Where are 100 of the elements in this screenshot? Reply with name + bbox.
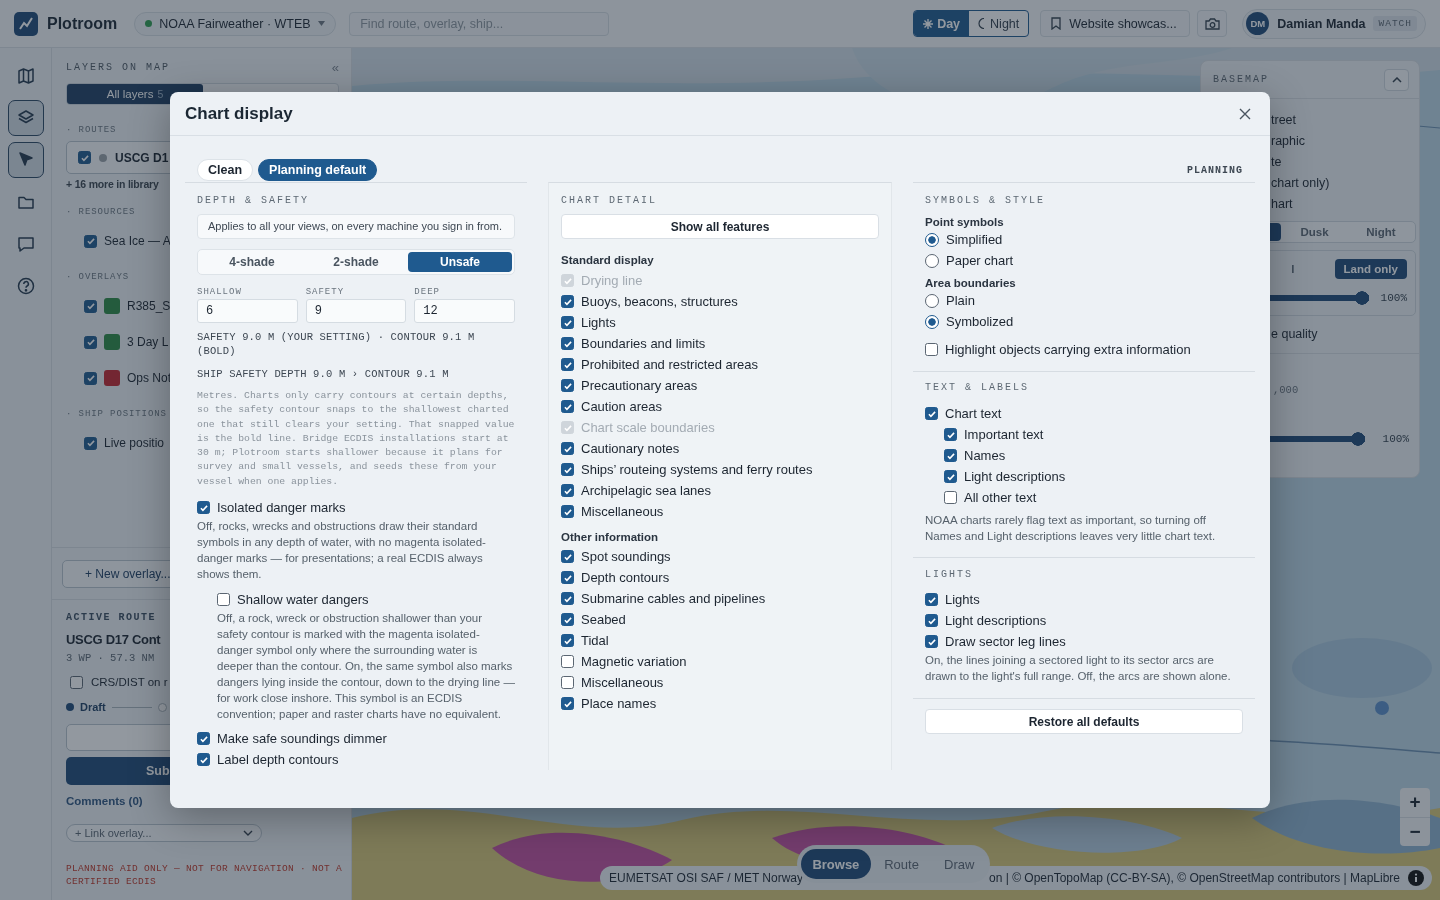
info-icon[interactable]: [1408, 870, 1424, 886]
checkbox-label: Label depth contours: [217, 752, 339, 768]
disclaimer: PLANNING AID ONLY — NOT FOR NAVIGATION · NOT A CERTIFIED ECDIS: [66, 862, 344, 888]
segment-button[interactable]: Night: [1347, 223, 1414, 241]
checkbox[interactable]: [925, 614, 938, 627]
checkbox-label: Buoys, beacons, structures: [581, 294, 738, 309]
basemap-option[interactable]: te: [1271, 152, 1419, 173]
radio-button[interactable]: [925, 253, 939, 268]
checkbox-label: Prohibited and restricted areas: [581, 357, 759, 372]
radio-button[interactable]: [925, 232, 939, 247]
attribution-text: on | © OpenTopoMap (CC-BY-SA), © OpenStreetMap contributors | MapLibre: [989, 871, 1400, 885]
zoom-out-button[interactable]: −: [1400, 816, 1430, 846]
group-title: Point symbols: [925, 215, 1005, 229]
checkbox[interactable]: [561, 550, 574, 563]
checkbox-label: Isolated danger marks: [217, 500, 346, 516]
link-overlay-select[interactable]: + Link overlay...: [66, 824, 262, 842]
checkbox[interactable]: [561, 613, 574, 626]
camera-button[interactable]: [1197, 10, 1228, 37]
vessel-selector[interactable]: NOAA Fairweather · WTEB: [134, 11, 337, 36]
checkbox[interactable]: [561, 676, 574, 689]
checkbox[interactable]: [925, 343, 938, 356]
checkbox[interactable]: [925, 635, 938, 648]
option-label: e quality: [1270, 326, 1319, 343]
mode-tab[interactable]: Route: [874, 849, 929, 879]
slider-value: 100%: [1382, 433, 1409, 445]
checkbox[interactable]: [561, 337, 574, 350]
section-heading: · OVERLAYS: [66, 271, 129, 283]
checkbox[interactable]: [944, 449, 957, 462]
theme-toggle[interactable]: Day: [914, 11, 970, 36]
section-heading: · ROUTES: [66, 124, 117, 136]
user-menu[interactable]: DM Damian Manda WATCH: [1242, 8, 1426, 39]
checkbox[interactable]: [84, 234, 97, 248]
checkbox[interactable]: [561, 571, 574, 584]
checkbox[interactable]: [944, 470, 957, 483]
checkbox[interactable]: [561, 442, 574, 455]
checkbox[interactable]: [561, 592, 574, 605]
dialog-title: Chart display: [185, 103, 293, 124]
segment-button[interactable]: Land only: [1334, 259, 1407, 279]
checkbox[interactable]: [84, 436, 97, 450]
section-heading: TEXT & LABELS: [925, 382, 1030, 394]
checkbox[interactable]: [78, 151, 91, 164]
segment-button[interactable]: 2-shade: [304, 252, 408, 272]
bookmark-button[interactable]: Website showcas...: [1040, 10, 1191, 37]
layers-button[interactable]: [7, 100, 44, 136]
segment-button[interactable]: Dusk: [1281, 223, 1348, 241]
checkbox[interactable]: [561, 484, 574, 497]
checkbox[interactable]: [197, 501, 210, 515]
group-title: Other information: [561, 530, 660, 544]
checkbox[interactable]: [561, 316, 574, 329]
checkbox[interactable]: [944, 428, 957, 441]
mode-tab[interactable]: Draw: [932, 849, 986, 879]
checkbox[interactable]: [197, 753, 210, 767]
basemap-option[interactable]: treet: [1271, 110, 1419, 131]
radio-label: Symbolized: [946, 314, 1014, 329]
input-field[interactable]: 9: [305, 299, 407, 323]
checkbox[interactable]: [197, 732, 210, 746]
radio-button[interactable]: [925, 293, 939, 308]
checkbox[interactable]: [84, 299, 97, 313]
checkbox[interactable]: [217, 593, 230, 607]
checkbox[interactable]: [561, 634, 574, 647]
basemap-option[interactable]: hart: [1271, 194, 1419, 215]
segment-button[interactable]: Unsafe: [408, 252, 512, 272]
checkbox[interactable]: [70, 675, 83, 689]
group-title: Standard display: [561, 253, 655, 267]
checkbox[interactable]: [561, 358, 574, 371]
input-field[interactable]: 6: [197, 299, 298, 323]
option-description: Off, a rock, wreck or obstruction shallower than your safety contour is marked with the magenta isolated-danger symbol only where the surrounding water is deeper than the contour. On, the same symbol also marks dangers lying inside the contour, down to the drying line — for work close inshore. This symbol is an ECDIS convention; paper and raster charts have no equivalent.: [217, 611, 515, 723]
zoom-in-button[interactable]: +: [1400, 788, 1430, 817]
mode-tab[interactable]: Browse: [801, 849, 871, 879]
checkbox-label: Important text: [964, 427, 1044, 442]
checkbox[interactable]: [561, 655, 574, 668]
step-dot: [66, 703, 74, 711]
checkbox[interactable]: [84, 371, 97, 385]
checkbox[interactable]: [561, 379, 574, 392]
segment-button[interactable]: 4-shade: [200, 252, 304, 272]
checkbox[interactable]: [561, 463, 574, 476]
basemap-option[interactable]: raphic: [1271, 131, 1419, 152]
checkbox[interactable]: [561, 697, 574, 710]
camera-icon: [1204, 17, 1220, 30]
panel-title: LAYERS ON MAP: [66, 61, 170, 73]
basemap-option[interactable]: chart only): [1271, 173, 1419, 194]
checkbox-label: Light descriptions: [945, 613, 1047, 628]
show-all-button[interactable]: Show all features: [561, 214, 879, 239]
input-field[interactable]: 12: [414, 299, 515, 323]
preset-chip[interactable]: Planning default: [258, 159, 378, 181]
checkbox[interactable]: [84, 335, 97, 349]
scale-value: ,000: [1272, 384, 1300, 396]
cursor-button[interactable]: [7, 142, 44, 178]
checkbox[interactable]: [561, 400, 574, 413]
field-label: SHALLOW: [197, 287, 243, 297]
theme-toggle[interactable]: Night: [969, 11, 1029, 36]
checkbox[interactable]: [925, 407, 938, 420]
restore-button[interactable]: Restore all defaults: [925, 709, 1243, 734]
checkbox[interactable]: [561, 505, 574, 518]
radio-button[interactable]: [925, 314, 939, 329]
checkbox[interactable]: [925, 593, 938, 606]
preset-chip[interactable]: Clean: [197, 159, 254, 181]
checkbox[interactable]: [944, 491, 957, 504]
app-name: Plotroom: [47, 14, 118, 33]
checkbox[interactable]: [561, 295, 574, 308]
